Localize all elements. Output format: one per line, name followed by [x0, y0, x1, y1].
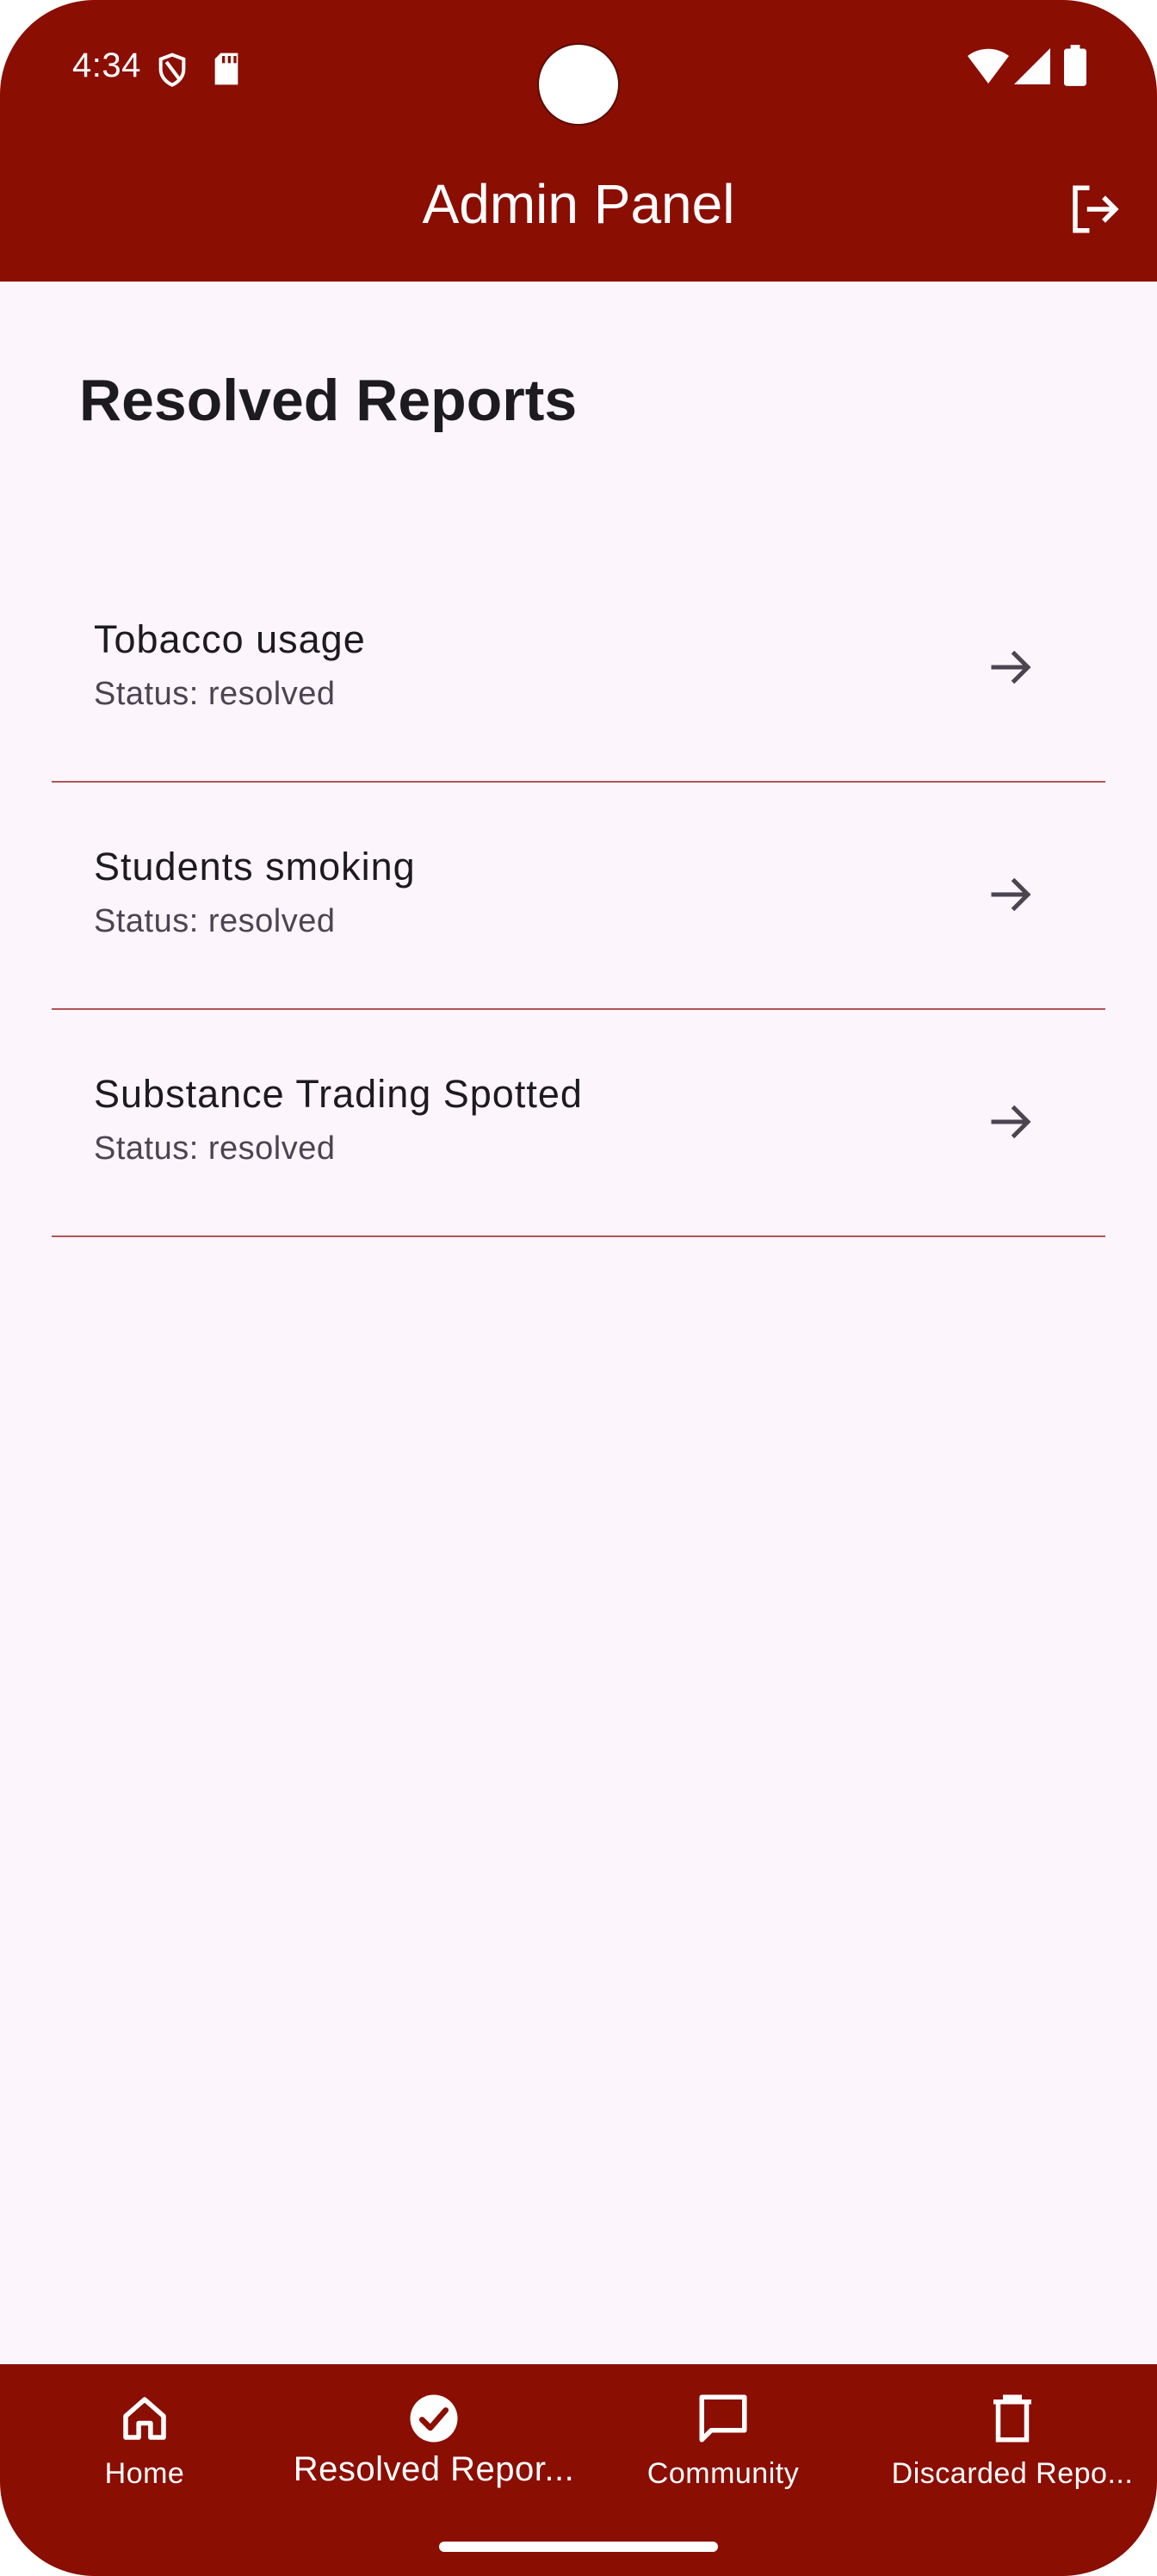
nav-label-resolved-reports: Resolved Repor... [293, 2450, 575, 2488]
page-title: Resolved Reports [79, 368, 578, 433]
report-title: Substance Trading Spotted [94, 1072, 583, 1116]
nav-item-community[interactable]: Community [578, 2364, 868, 2536]
home-icon [123, 2397, 166, 2440]
report-list-item[interactable]: Substance Trading Spotted Status: resolv… [52, 1010, 1105, 1237]
nav-label-discarded-reports: Discarded Repo... [891, 2457, 1134, 2490]
report-status: Status: resolved [94, 903, 336, 939]
report-list-item[interactable]: Tobacco usage Status: resolved [52, 555, 1105, 783]
nav-label-community: Community [647, 2457, 800, 2490]
trash-icon [993, 2394, 1031, 2443]
nav-item-discarded-reports[interactable]: Discarded Repo... [868, 2364, 1157, 2536]
shield-icon [158, 53, 186, 87]
wifi-icon [968, 48, 1009, 84]
report-title: Tobacco usage [94, 617, 366, 661]
sd-card-icon [214, 53, 238, 85]
report-status: Status: resolved [94, 676, 336, 712]
report-list: Tobacco usage Status: resolved Students … [52, 555, 1105, 1237]
logout-icon[interactable] [1064, 181, 1124, 238]
signal-icon [1014, 48, 1050, 84]
battery-icon [1064, 45, 1086, 86]
report-list-item[interactable]: Students smoking Status: resolved [52, 783, 1105, 1010]
camera-cutout [539, 45, 618, 124]
phone-screen: 4:34 Admin Panel Resolved Reports Tobacc… [0, 0, 1157, 2576]
nav-label-home: Home [104, 2457, 185, 2490]
gesture-handle[interactable] [439, 2542, 718, 2552]
chat-icon [699, 2394, 747, 2443]
arrow-right-icon[interactable] [985, 1096, 1036, 1148]
nav-item-resolved-reports[interactable]: Resolved Repor... [289, 2364, 578, 2536]
arrow-right-icon[interactable] [985, 869, 1036, 920]
top-app-bar: 4:34 Admin Panel [0, 0, 1157, 282]
report-status: Status: resolved [94, 1130, 336, 1167]
arrow-right-icon[interactable] [985, 641, 1036, 693]
app-bar-title: Admin Panel [422, 173, 735, 235]
check-circle-icon [410, 2394, 458, 2443]
status-time: 4:34 [72, 46, 141, 84]
nav-item-home[interactable]: Home [0, 2364, 289, 2536]
report-title: Students smoking [94, 845, 416, 889]
